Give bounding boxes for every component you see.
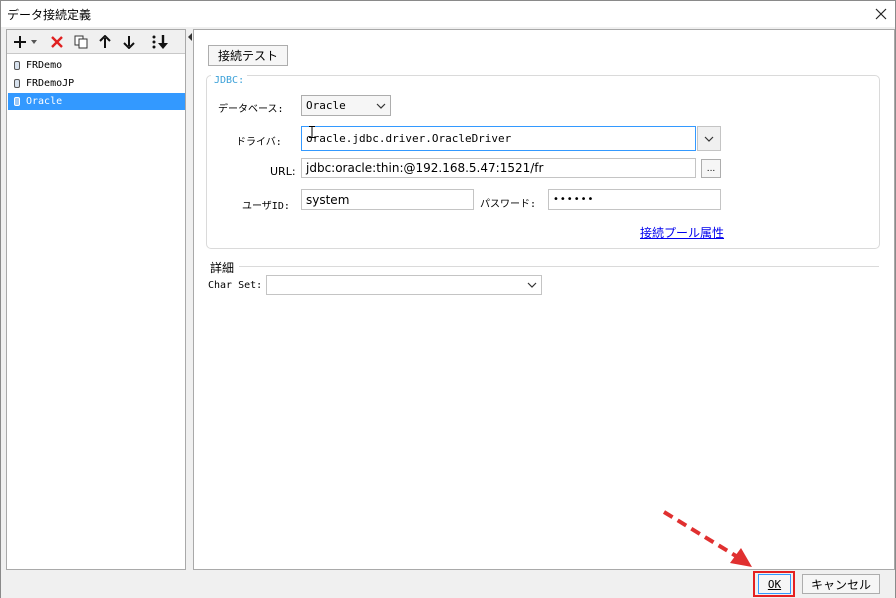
database-label: データベース: [218,104,284,115]
list-item-selected[interactable]: Oracle [8,93,185,110]
list-item[interactable]: FRDemo [8,57,185,74]
chevron-down-icon [527,282,537,288]
user-id-label: ユーザID: [242,201,290,212]
close-icon [875,8,887,20]
database-icon [14,97,20,106]
password-input[interactable]: •••••• [548,189,721,210]
cancel-button[interactable]: キャンセル [802,574,880,594]
ok-button[interactable]: OK [758,574,791,594]
charset-label: Char Set: [208,280,263,291]
details-divider [239,266,879,267]
url-browse-button[interactable]: ... [701,159,721,178]
move-down-button[interactable] [119,33,139,51]
list-item-label: FRDemoJP [26,78,75,89]
list-item-label: Oracle [26,96,63,107]
charset-dropdown-button[interactable] [523,276,541,294]
dialog-title: データ接続定義 [7,8,92,22]
url-input[interactable]: jdbc:oracle:thin:@192.168.5.47:1521/fr [301,158,696,178]
list-item-label: FRDemo [26,60,63,71]
user-id-input[interactable]: system [301,189,474,210]
move-up-button[interactable] [95,33,115,51]
sort-icon [152,35,168,49]
annotation-arrow-icon [662,510,752,567]
delete-button[interactable] [47,33,67,51]
connection-list-panel: FRDemo FRDemoJP Oracle [6,29,186,570]
driver-dropdown-button[interactable] [697,126,721,151]
list-item[interactable]: FRDemoJP [8,75,185,92]
password-label: パスワード: [480,199,537,210]
chevron-down-icon [376,103,386,109]
driver-label: ドライバ: [236,137,282,148]
copy-icon [74,35,88,49]
chevron-down-icon [704,136,714,142]
title-bar: データ接続定義 [1,1,895,27]
database-icon [14,61,20,70]
add-icon [14,36,26,48]
test-connection-button[interactable]: 接続テスト [208,45,288,66]
charset-select[interactable] [266,275,542,295]
database-dropdown-button[interactable] [372,96,390,115]
add-button[interactable] [11,33,29,51]
connection-detail-panel: 接続テスト JDBC: データベース: Oracle ドライバ: oracle.… [193,29,895,570]
details-group-title: 詳細 [210,261,235,275]
add-dropdown-button[interactable] [29,33,39,51]
move-down-icon [123,36,135,49]
database-select[interactable]: Oracle [301,95,391,116]
driver-input[interactable]: oracle.jdbc.driver.OracleDriver [301,126,696,151]
copy-button[interactable] [71,33,91,51]
dialog-footer: OK キャンセル [1,570,895,598]
sort-button[interactable] [149,33,173,51]
close-button[interactable] [869,2,893,26]
url-label: URL: [270,165,296,178]
delete-icon [51,36,63,48]
connection-pool-link[interactable]: 接続プール属性 [640,224,724,241]
list-toolbar [7,30,185,54]
move-up-icon [99,35,111,48]
dropdown-arrow-icon [31,40,37,44]
dialog-window: データ接続定義 FRDemo FRDemoJP Oracle 接続テスト JDB… [0,0,896,598]
database-select-value: Oracle [306,99,346,112]
jdbc-group-title: JDBC: [211,75,248,89]
text-cursor-icon [309,126,315,138]
database-icon [14,79,20,88]
